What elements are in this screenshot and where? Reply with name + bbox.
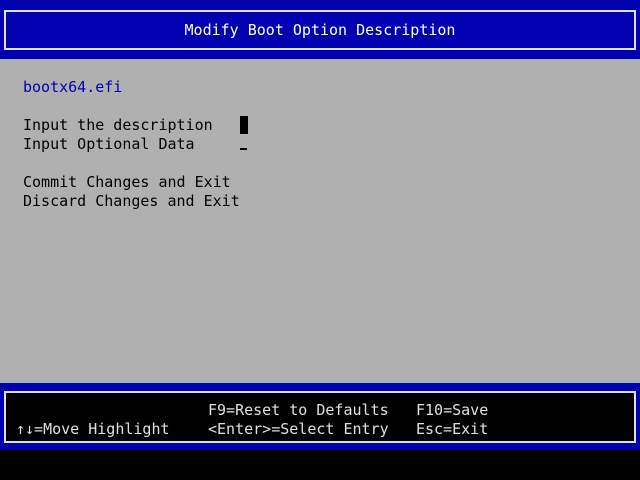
description-input-cursor[interactable] [240, 116, 248, 134]
header-bar: Modify Boot Option Description [0, 0, 640, 59]
optional-data-input-cursor[interactable] [240, 148, 247, 150]
save-hint: F10=Save [416, 401, 489, 419]
select-entry-hint: <Enter>=Select Entry [208, 420, 389, 438]
input-description-item[interactable]: Input the description [23, 116, 213, 135]
bottom-strip [0, 450, 640, 480]
main-panel: bootx64.efi Input the description Input … [0, 59, 640, 383]
input-optional-data-item[interactable]: Input Optional Data [23, 135, 195, 154]
move-highlight-hint: ↑↓=Move Highlight [16, 420, 170, 438]
reset-defaults-hint: F9=Reset to Defaults [208, 401, 389, 419]
commit-changes-item[interactable]: Commit Changes and Exit [23, 173, 231, 192]
footer-bar: ↑↓=Move Highlight F9=Reset to Defaults <… [0, 383, 640, 450]
discard-changes-item[interactable]: Discard Changes and Exit [23, 192, 240, 211]
exit-hint: Esc=Exit [416, 420, 489, 438]
bios-screen: Modify Boot Option Description bootx64.e… [0, 0, 640, 480]
help-bar: ↑↓=Move Highlight F9=Reset to Defaults <… [4, 391, 636, 443]
page-title: Modify Boot Option Description [4, 10, 636, 50]
boot-file-name: bootx64.efi [23, 78, 123, 96]
